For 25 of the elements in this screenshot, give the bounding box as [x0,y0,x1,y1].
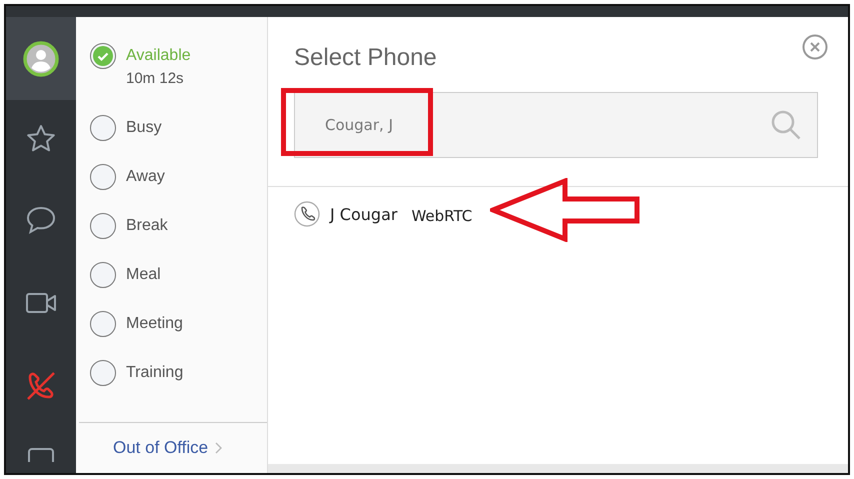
avatar-icon[interactable] [23,40,59,76]
status-radio[interactable] [90,213,116,239]
video-camera-icon[interactable] [25,290,57,314]
phone-type: WebRTC [411,207,472,225]
status-radio[interactable] [90,360,116,386]
phone-icon [294,201,320,227]
close-button[interactable] [802,34,828,60]
chat-icon[interactable] [25,204,57,234]
status-label[interactable]: Meal [126,262,161,288]
status-radio[interactable] [90,115,116,141]
status-label[interactable]: Away [126,164,165,190]
chevron-right-icon [215,442,222,454]
out-of-office-link[interactable]: Out of Office [113,438,208,458]
status-timer: 10m 12s [126,69,185,89]
phone-name[interactable]: J Cougar [330,204,398,224]
status-label[interactable]: Meeting [126,311,183,337]
search-field[interactable]: Cougar, J [294,92,818,158]
status-label[interactable]: Training [126,360,184,386]
status-radio[interactable] [90,262,116,288]
status-label[interactable]: Busy [126,115,162,141]
status-label[interactable]: Break [126,213,168,239]
status-radio[interactable] [90,164,116,190]
status-radio[interactable] [90,43,116,69]
status-radio[interactable] [90,311,116,337]
dialog-title: Select Phone [294,44,437,73]
